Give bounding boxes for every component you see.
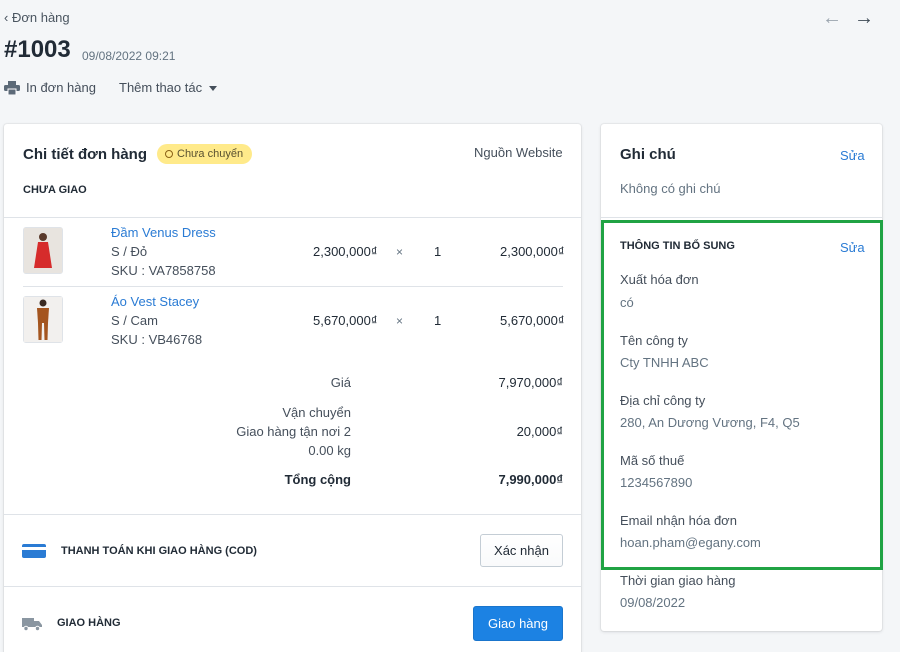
status-badge-label: Chưa chuyển [177, 148, 244, 160]
multiply-sign: × [396, 245, 404, 259]
highlight-box [601, 220, 883, 570]
divider [601, 217, 882, 218]
product-sku: SKU : VB46768 [111, 332, 203, 347]
field-label: Thời gian giao hàng [620, 573, 736, 588]
more-actions-dropdown[interactable]: Thêm thao tác [119, 80, 218, 95]
quantity: 1 [434, 244, 442, 259]
product-thumbnail[interactable] [23, 296, 63, 343]
subtotal-label: Giá [330, 375, 351, 390]
order-id: #1003 [4, 36, 71, 63]
product-name-link[interactable]: Đầm Venus Dress [111, 225, 216, 240]
field-value: 09/08/2022 [620, 595, 686, 610]
circle-icon [165, 150, 173, 158]
line-total: 2,300,000₫ [500, 244, 565, 259]
credit-card-icon [22, 544, 46, 558]
divider [4, 586, 581, 587]
confirm-payment-button[interactable]: Xác nhận [480, 534, 563, 567]
arrow-right-icon[interactable]: → [854, 8, 874, 28]
more-actions-label: Thêm thao tác [119, 80, 203, 95]
product-variant: S / Cam [111, 313, 158, 328]
payment-method-label: THANH TOÁN KHI GIAO HÀNG (COD) [61, 545, 257, 557]
back-link[interactable]: ‹ Đơn hàng [4, 10, 70, 25]
order-source: Nguồn Website [474, 145, 563, 160]
status-badge: Chưa chuyển [157, 144, 253, 164]
order-date: 09/08/2022 09:21 [82, 49, 176, 63]
divider [4, 514, 581, 515]
shipping-label: Vận chuyển [282, 405, 351, 420]
total-label: Tổng cộng [284, 472, 351, 487]
divider [4, 217, 581, 218]
product-variant: S / Đỏ [111, 244, 148, 259]
arrow-left-icon[interactable]: ← [822, 8, 842, 28]
back-label: Đơn hàng [11, 10, 70, 25]
product-name-link[interactable]: Áo Vest Stacey [111, 294, 199, 309]
print-order-label: In đơn hàng [26, 80, 96, 95]
order-detail-title: Chi tiết đơn hàng [23, 146, 147, 163]
truck-icon [22, 618, 42, 631]
quantity: 1 [434, 313, 442, 328]
order-detail-card [4, 124, 581, 652]
notes-title: Ghi chú [620, 146, 676, 163]
edit-notes-link[interactable]: Sửa [840, 148, 865, 163]
caret-down-icon [209, 86, 218, 91]
ship-order-button[interactable]: Giao hàng [473, 606, 563, 641]
product-sku: SKU : VA7858758 [111, 263, 216, 278]
shipping-value: 20,000₫ [516, 424, 563, 439]
dress-image [24, 228, 62, 273]
multiply-sign: × [396, 314, 404, 328]
divider [23, 286, 563, 287]
delivery-label: GIAO HÀNG [57, 617, 121, 629]
product-thumbnail[interactable] [23, 227, 63, 274]
notes-body: Không có ghi chú [620, 181, 721, 196]
shipping-weight: 0.00 kg [308, 443, 351, 458]
total-value: 7,990,000₫ [498, 472, 563, 487]
unit-price: 2,300,000₫ [313, 244, 378, 259]
fulfillment-status: CHƯA GIAO [23, 184, 87, 196]
chevron-left-icon: ‹ [4, 10, 9, 25]
print-order-button[interactable]: In đơn hàng [4, 80, 96, 95]
vest-image [24, 297, 62, 342]
line-total: 5,670,000₫ [500, 313, 565, 328]
order-navigation: ← → [822, 8, 874, 28]
printer-icon [4, 80, 20, 95]
shipping-method: Giao hàng tận nơi 2 [236, 424, 351, 439]
subtotal-value: 7,970,000₫ [498, 375, 563, 390]
unit-price: 5,670,000₫ [313, 313, 378, 328]
